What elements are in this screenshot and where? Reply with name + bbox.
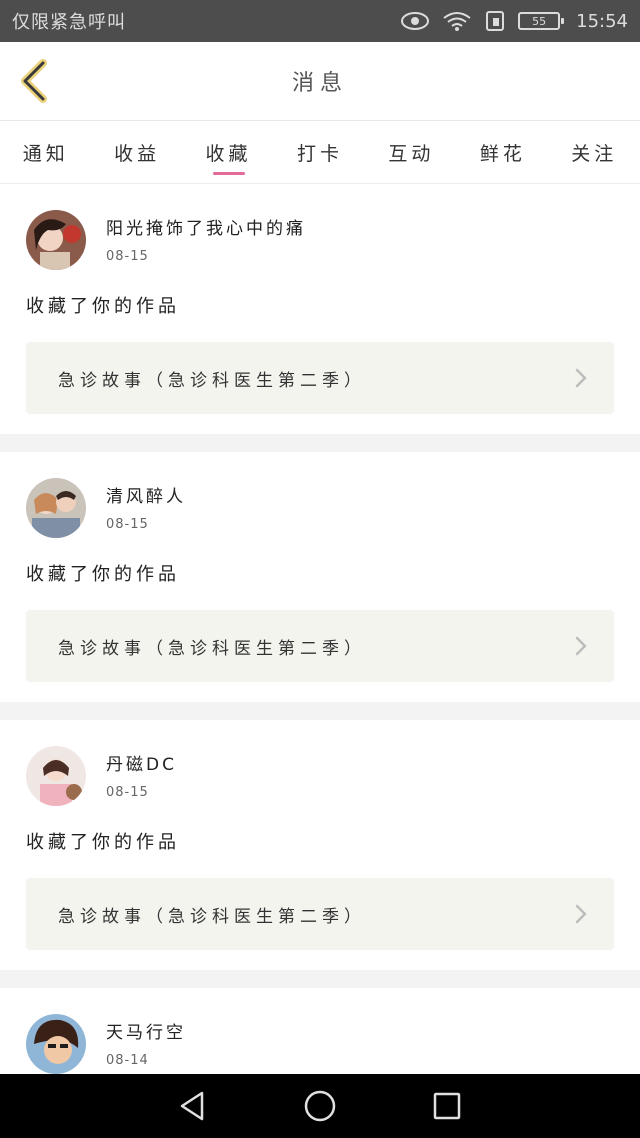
- message-list: 阳光掩饰了我心中的痛 08-15 收藏了你的作品 急诊故事（急诊科医生第二季） …: [0, 184, 640, 1112]
- sim-icon: [484, 10, 506, 32]
- avatar[interactable]: [26, 1014, 86, 1074]
- tab-checkin[interactable]: 打卡: [274, 121, 365, 183]
- status-icons: 55 15:54: [400, 10, 628, 32]
- work-title: 急诊故事（急诊科医生第二季）: [58, 906, 366, 927]
- tab-label: 收藏: [205, 142, 252, 165]
- tab-label: 鲜花: [479, 142, 526, 165]
- battery-level: 55: [532, 14, 547, 28]
- timestamp: 08-14: [106, 1053, 149, 1068]
- action-text: 收藏了你的作品: [26, 564, 180, 585]
- work-link[interactable]: 急诊故事（急诊科医生第二季）: [26, 342, 614, 414]
- action-text: 收藏了你的作品: [26, 832, 180, 853]
- tab-earnings[interactable]: 收益: [91, 121, 182, 183]
- carrier-text: 仅限紧急呼叫: [12, 12, 126, 33]
- tab-bar: 通知 收益 收藏 打卡 互动 鲜花 关注: [0, 120, 640, 184]
- user-name[interactable]: 丹磁DC: [106, 750, 177, 775]
- eye-icon: [400, 11, 430, 31]
- chevron-right-icon: [574, 903, 588, 925]
- tab-notifications[interactable]: 通知: [0, 121, 91, 183]
- timestamp: 08-15: [106, 249, 149, 264]
- timestamp: 08-15: [106, 785, 149, 800]
- back-arrow-icon: [21, 59, 47, 103]
- tab-favorites[interactable]: 收藏: [183, 121, 274, 183]
- tab-follows[interactable]: 关注: [549, 121, 640, 183]
- nav-recents-button[interactable]: [417, 1076, 477, 1136]
- system-nav-bar: [0, 1074, 640, 1138]
- clock: 15:54: [576, 10, 628, 32]
- work-title: 急诊故事（急诊科医生第二季）: [58, 370, 366, 391]
- tab-label: 收益: [114, 142, 161, 165]
- square-recents-icon: [433, 1092, 460, 1120]
- avatar[interactable]: [26, 746, 86, 806]
- tab-label: 关注: [571, 142, 618, 165]
- triangle-back-icon: [181, 1091, 204, 1121]
- work-link[interactable]: 急诊故事（急诊科医生第二季）: [26, 878, 614, 950]
- tab-label: 通知: [22, 142, 69, 165]
- timestamp: 08-15: [106, 517, 149, 532]
- tab-flowers[interactable]: 鲜花: [457, 121, 548, 183]
- work-link[interactable]: 急诊故事（急诊科医生第二季）: [26, 610, 614, 682]
- action-text: 收藏了你的作品: [26, 296, 180, 317]
- nav-back-button[interactable]: [163, 1076, 223, 1136]
- list-item: 清风醉人 08-15 收藏了你的作品 急诊故事（急诊科医生第二季）: [0, 452, 640, 702]
- avatar[interactable]: [26, 210, 86, 270]
- status-bar: 仅限紧急呼叫 55 15:54: [0, 0, 640, 42]
- back-button[interactable]: [16, 58, 52, 104]
- active-tab-indicator: [212, 172, 245, 175]
- user-name[interactable]: 阳光掩饰了我心中的痛: [106, 214, 306, 239]
- header: 消息: [0, 42, 640, 120]
- work-title: 急诊故事（急诊科医生第二季）: [58, 638, 366, 659]
- page-title: 消息: [291, 71, 348, 96]
- list-item: 丹磁DC 08-15 收藏了你的作品 急诊故事（急诊科医生第二季）: [0, 720, 640, 970]
- tab-label: 打卡: [296, 142, 343, 165]
- wifi-icon: [442, 10, 472, 32]
- tab-interaction[interactable]: 互动: [366, 121, 457, 183]
- chevron-right-icon: [574, 367, 588, 389]
- circle-home-icon: [304, 1090, 336, 1122]
- user-name[interactable]: 清风醉人: [106, 482, 186, 507]
- battery-icon: 55: [518, 12, 565, 30]
- user-name[interactable]: 天马行空: [106, 1018, 186, 1043]
- tab-label: 互动: [388, 142, 435, 165]
- nav-home-button[interactable]: [290, 1076, 350, 1136]
- avatar[interactable]: [26, 478, 86, 538]
- list-item: 阳光掩饰了我心中的痛 08-15 收藏了你的作品 急诊故事（急诊科医生第二季）: [0, 184, 640, 434]
- chevron-right-icon: [574, 635, 588, 657]
